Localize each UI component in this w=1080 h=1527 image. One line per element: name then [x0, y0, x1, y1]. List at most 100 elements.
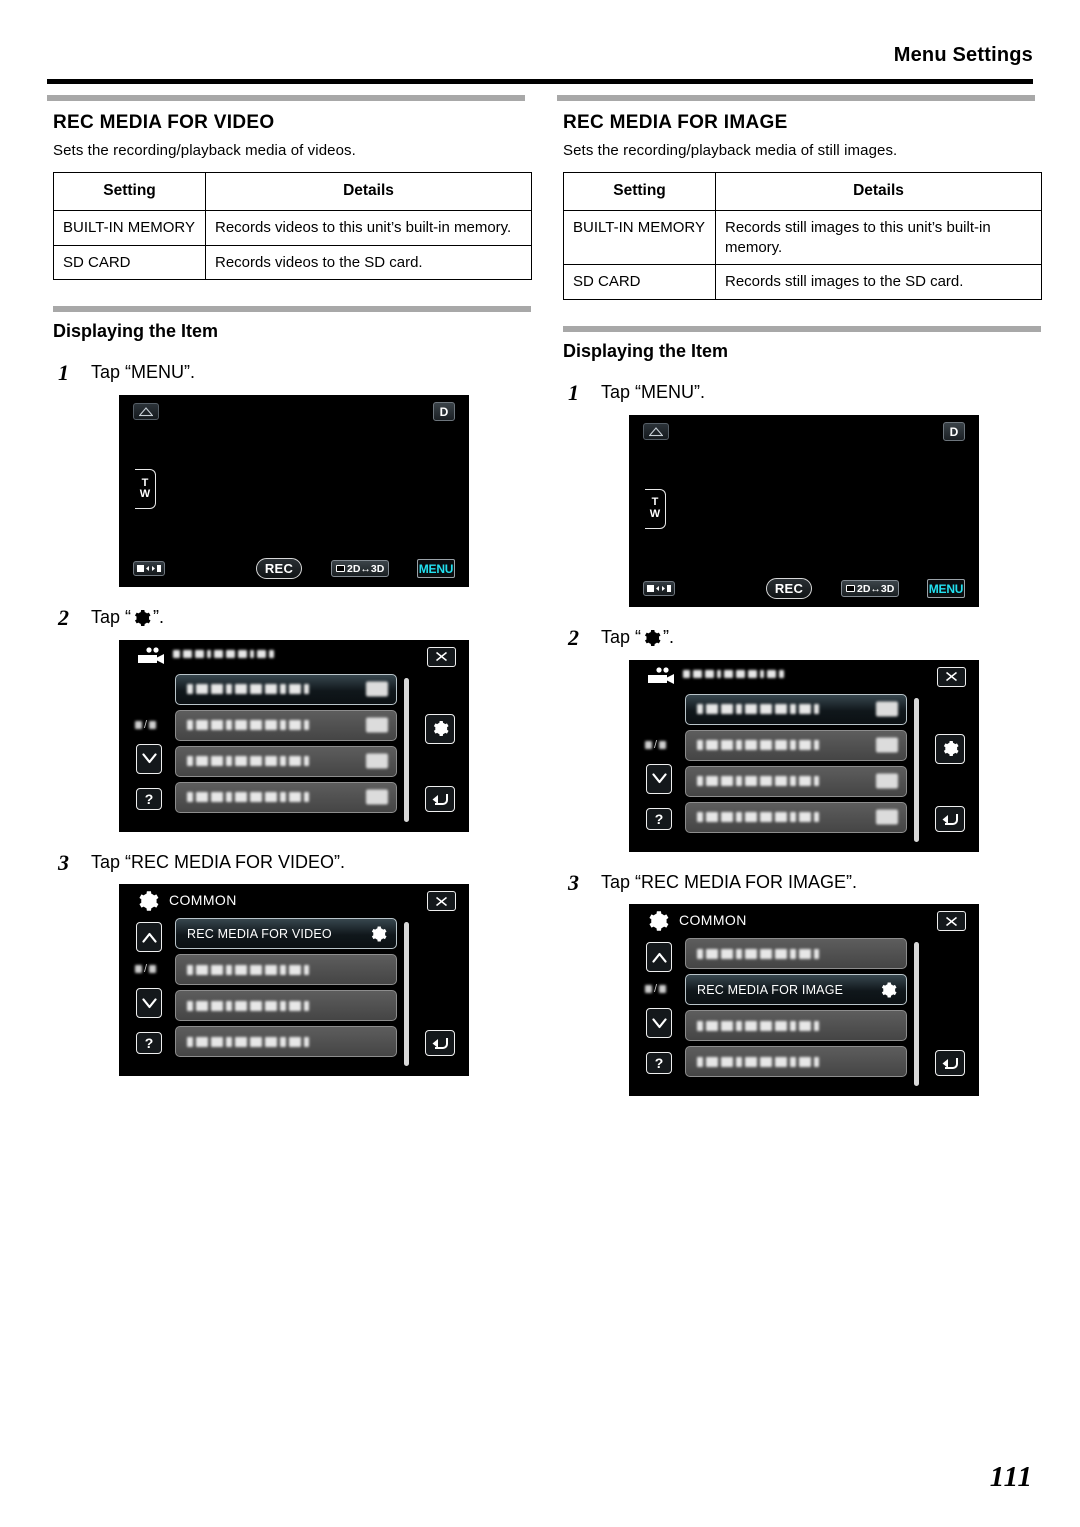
- gear-icon: [137, 890, 159, 912]
- common-settings-screen: COMMON / ? REC MEDIA FOR IMAGE: [629, 904, 979, 1097]
- rec-button[interactable]: REC: [766, 578, 812, 600]
- list-item-thumbnail: [366, 717, 388, 733]
- close-icon[interactable]: [937, 911, 966, 932]
- chevron-up-icon[interactable]: [136, 922, 162, 953]
- back-arrow-icon[interactable]: [935, 805, 965, 832]
- 3d-indicator: D: [943, 422, 965, 442]
- list-item[interactable]: [175, 745, 397, 777]
- close-icon[interactable]: [427, 646, 456, 667]
- list-item[interactable]: [175, 990, 397, 1022]
- step-number: 1: [58, 360, 69, 386]
- list-item[interactable]: [175, 781, 397, 813]
- list-item[interactable]: [175, 673, 397, 705]
- step-instruction: Tap “REC MEDIA FOR VIDEO”.: [91, 852, 532, 874]
- chevron-down-icon[interactable]: [136, 743, 162, 774]
- step-1: 1 Tap “MENU”. D T W REC 2D↔3D MENU: [563, 380, 1042, 608]
- zoom-control[interactable]: T W: [645, 489, 666, 530]
- step-instruction: Tap “MENU”.: [601, 382, 1042, 404]
- gear-icon: [647, 910, 669, 932]
- cell-setting: SD CARD: [563, 264, 716, 301]
- list-item-label-blurred: [697, 948, 819, 959]
- page-title: Menu Settings: [893, 44, 1033, 66]
- help-button[interactable]: ?: [136, 1032, 162, 1055]
- gear-icon[interactable]: [425, 713, 455, 744]
- 2d-3d-toggle-button[interactable]: 2D↔3D: [841, 580, 900, 598]
- record-playback-switch-icon[interactable]: [643, 581, 675, 597]
- section-accent-bar: [557, 95, 1035, 101]
- chevron-up-icon[interactable]: [646, 942, 672, 973]
- rec-button[interactable]: REC: [256, 558, 302, 580]
- scrollbar[interactable]: [404, 922, 409, 1067]
- scrollbar[interactable]: [914, 942, 919, 1087]
- chevron-down-icon[interactable]: [136, 988, 162, 1019]
- list-item[interactable]: [175, 709, 397, 741]
- list-item-thumbnail: [366, 753, 388, 769]
- close-icon[interactable]: [937, 666, 966, 687]
- screen-icon: [846, 585, 855, 593]
- stabilizer-icon[interactable]: [133, 403, 159, 421]
- list-item[interactable]: [175, 1026, 397, 1058]
- list-item[interactable]: [685, 693, 907, 725]
- list-item-label-blurred: [697, 1056, 819, 1067]
- help-button[interactable]: ?: [646, 807, 672, 830]
- back-arrow-icon[interactable]: [935, 1050, 965, 1077]
- list-item[interactable]: [685, 1010, 907, 1042]
- camera-toolbar: REC 2D↔3D MENU: [119, 558, 469, 580]
- settings-table: Setting Details BUILT-IN MEMORY Records …: [563, 172, 1042, 301]
- page-total-blurred: [659, 985, 667, 994]
- menu-header-title-blurred: [683, 669, 784, 678]
- common-screen-title: COMMON: [679, 912, 747, 929]
- list-item[interactable]: [685, 729, 907, 761]
- chevron-down-icon[interactable]: [646, 763, 672, 794]
- step-text: Tap “MENU”.: [91, 362, 196, 383]
- menu-header: [119, 640, 469, 674]
- step-instruction: Tap “MENU”.: [91, 362, 532, 384]
- list-item[interactable]: [685, 801, 907, 833]
- chevron-down-icon[interactable]: [646, 1008, 672, 1039]
- help-button[interactable]: ?: [646, 1052, 672, 1075]
- scrollbar[interactable]: [914, 697, 919, 842]
- procedure-accent-bar: [563, 326, 1041, 333]
- page-current-blurred: [645, 740, 652, 749]
- step-3: 3 Tap “REC MEDIA FOR IMAGE”. COMMON / ? …: [563, 870, 1042, 1097]
- step-number: 1: [568, 380, 579, 406]
- list-item[interactable]: [175, 954, 397, 986]
- back-arrow-icon[interactable]: [425, 785, 455, 812]
- header-divider: [47, 79, 1033, 84]
- list-item[interactable]: [685, 765, 907, 797]
- record-playback-switch-icon[interactable]: [133, 561, 165, 577]
- list-item-label: REC MEDIA FOR IMAGE: [697, 982, 844, 997]
- help-button[interactable]: ?: [136, 787, 162, 810]
- menu-button[interactable]: MENU: [417, 559, 455, 579]
- list-item-thumbnail: [876, 737, 898, 753]
- list-item-label-blurred: [697, 740, 819, 751]
- page-current-blurred: [135, 720, 142, 729]
- zoom-control[interactable]: T W: [135, 469, 156, 510]
- list-item-rec-media-for-image[interactable]: REC MEDIA FOR IMAGE: [685, 974, 907, 1006]
- list-item-label: REC MEDIA FOR VIDEO: [187, 926, 332, 941]
- list-item-label-blurred: [187, 684, 309, 695]
- list-item[interactable]: [685, 1046, 907, 1078]
- cell-details: Records videos to this unit’s built-in m…: [205, 209, 532, 246]
- 2d-3d-toggle-button[interactable]: 2D↔3D: [331, 560, 390, 578]
- scrollbar[interactable]: [404, 677, 409, 822]
- gear-icon[interactable]: [935, 733, 965, 764]
- close-icon[interactable]: [427, 891, 456, 912]
- menu-button[interactable]: MENU: [927, 579, 965, 599]
- step-text-suffix: ”.: [663, 627, 675, 648]
- page-current-blurred: [135, 965, 142, 974]
- table-row: BUILT-IN MEMORY Records still images to …: [563, 209, 1042, 266]
- list-item-rec-media-for-video[interactable]: REC MEDIA FOR VIDEO: [175, 918, 397, 950]
- camera-toolbar: REC 2D↔3D MENU: [629, 578, 979, 600]
- step-2: 2 Tap “ ”. / ?: [563, 625, 1042, 852]
- menu-list-screen: / ?: [629, 659, 979, 852]
- list-item-thumbnail: [876, 701, 898, 717]
- section-description: Sets the recording/playback media of vid…: [53, 142, 356, 159]
- step-text: Tap “MENU”.: [601, 382, 706, 403]
- list-item[interactable]: [685, 938, 907, 970]
- back-arrow-icon[interactable]: [425, 1030, 455, 1057]
- list-item-label-blurred: [187, 756, 309, 767]
- stabilizer-icon[interactable]: [643, 423, 669, 441]
- zoom-wide-label: W: [139, 488, 151, 501]
- step-1: 1 Tap “MENU”. D T W REC 2D↔3D MENU: [53, 360, 532, 588]
